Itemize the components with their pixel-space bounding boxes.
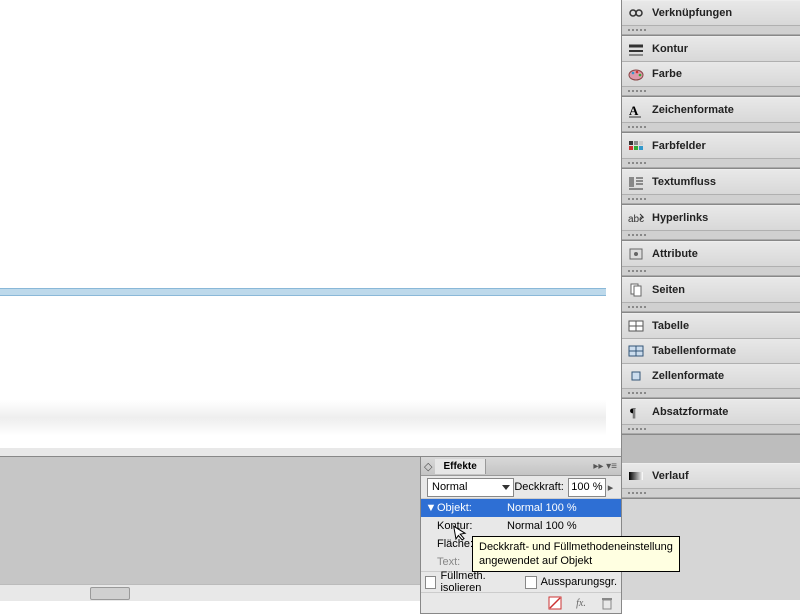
- panel-button-textwrap[interactable]: Textumfluss: [622, 170, 800, 195]
- chevron-down-icon: [502, 485, 510, 490]
- color-icon: [626, 65, 646, 83]
- panel-label: Seiten: [652, 284, 685, 296]
- panel-button-cellstyles[interactable]: Zellenformate: [622, 364, 800, 389]
- parastyles-icon: ¶: [626, 403, 646, 421]
- panel-gripper[interactable]: [622, 303, 800, 312]
- swatches-icon: [626, 137, 646, 155]
- panel-dock: Verknüpfungen Kontur Farbe A Zeichenformate F…: [621, 0, 800, 600]
- opacity-label: Deckkraft:: [514, 481, 564, 493]
- opacity-input[interactable]: 100 %: [568, 478, 606, 497]
- panel-button-links[interactable]: Verknüpfungen: [622, 1, 800, 26]
- panel-gripper[interactable]: [622, 26, 800, 35]
- panel-label: Absatzformate: [652, 406, 728, 418]
- mouse-cursor-icon: [453, 523, 470, 543]
- panel-label: Kontur: [652, 43, 688, 55]
- svg-text:¶: ¶: [630, 405, 636, 420]
- textwrap-icon: [626, 173, 646, 191]
- panel-button-attributes[interactable]: Attribute: [622, 242, 800, 267]
- panel-label: Farbfelder: [652, 140, 706, 152]
- panel-gripper[interactable]: [622, 159, 800, 168]
- blend-mode-select[interactable]: Normal: [427, 478, 514, 497]
- tablestyles-icon: [626, 342, 646, 360]
- panel-label: Farbe: [652, 68, 682, 80]
- tooltip: Deckkraft- und Füllmethodeneinstellung a…: [472, 536, 680, 572]
- panel-gripper[interactable]: [622, 267, 800, 276]
- effects-target-row[interactable]: ▼Objekt:Normal 100 %: [421, 499, 621, 517]
- panel-gripper[interactable]: [622, 425, 800, 434]
- panel-button-tablestyles[interactable]: Tabellenformate: [622, 339, 800, 364]
- table-icon: [626, 317, 646, 335]
- clear-effects-icon[interactable]: [547, 596, 563, 610]
- panel-label: Attribute: [652, 248, 698, 260]
- panel-gripper[interactable]: [622, 231, 800, 240]
- panel-button-parastyles[interactable]: ¶ Absatzformate: [622, 400, 800, 425]
- charstyle-icon: A: [626, 101, 646, 119]
- panel-menu-icon[interactable]: ▸▸ ▾≡: [593, 461, 617, 472]
- gradient-icon: [626, 467, 646, 485]
- effects-panel-header[interactable]: ◇ Effekte ▸▸ ▾≡: [421, 457, 621, 476]
- knockout-checkbox[interactable]: [525, 576, 536, 589]
- effects-target-row[interactable]: Kontur:Normal 100 %: [421, 517, 621, 535]
- panel-label: Tabelle: [652, 320, 689, 332]
- blend-opacity-row: Normal Deckkraft: 100 % ▸: [421, 476, 621, 499]
- isolate-checkbox[interactable]: [425, 576, 436, 589]
- horizontal-scrollbar[interactable]: [0, 584, 420, 601]
- isolate-label: Füllmeth. isolieren: [440, 570, 517, 594]
- pages-icon: [626, 281, 646, 299]
- panel-button-gradient[interactable]: Verlauf: [622, 464, 800, 489]
- panel-gripper[interactable]: [622, 87, 800, 96]
- effects-options-row: Füllmeth. isolieren Aussparungsgr.: [421, 571, 621, 592]
- svg-text:A: A: [629, 103, 639, 118]
- panel-label: Tabellenformate: [652, 345, 736, 357]
- panel-label: Textumfluss: [652, 176, 716, 188]
- links-icon: [626, 4, 646, 22]
- panel-label: Zeichenformate: [652, 104, 734, 116]
- panel-label: Zellenformate: [652, 370, 724, 382]
- fx-menu-icon[interactable]: fx.: [573, 596, 589, 610]
- effects-footer: fx.: [421, 592, 621, 613]
- scrollbar-thumb[interactable]: [90, 587, 130, 600]
- panel-label: Verlauf: [652, 470, 689, 482]
- blend-mode-value: Normal: [432, 481, 467, 493]
- panel-gripper[interactable]: [622, 389, 800, 398]
- panel-button-table[interactable]: Tabelle: [622, 314, 800, 339]
- stroke-icon: [626, 40, 646, 58]
- panel-button-stroke[interactable]: Kontur: [622, 37, 800, 62]
- cellstyles-icon: [626, 367, 646, 385]
- panel-label: Verknüpfungen: [652, 7, 732, 19]
- hyperlinks-icon: abc: [626, 209, 646, 227]
- panel-button-charstyle[interactable]: A Zeichenformate: [622, 98, 800, 123]
- effects-panel[interactable]: ◇ Effekte ▸▸ ▾≡ Normal Deckkraft: 100 % …: [420, 456, 622, 614]
- effects-tab[interactable]: Effekte: [435, 459, 485, 474]
- pasteboard-edge: [0, 448, 626, 456]
- guide-line: [0, 288, 606, 296]
- panel-gripper[interactable]: [622, 489, 800, 498]
- opacity-stepper-icon[interactable]: ▸: [606, 481, 615, 494]
- panel-button-color[interactable]: Farbe: [622, 62, 800, 87]
- panel-button-hyperlinks[interactable]: abc Hyperlinks: [622, 206, 800, 231]
- gradient-strip: [0, 400, 606, 436]
- attributes-icon: [626, 245, 646, 263]
- panel-button-swatches[interactable]: Farbfelder: [622, 134, 800, 159]
- knockout-label: Aussparungsgr.: [541, 576, 617, 588]
- panel-gripper[interactable]: [622, 195, 800, 204]
- panel-gripper[interactable]: [622, 123, 800, 132]
- trash-icon[interactable]: [599, 596, 615, 610]
- panel-label: Hyperlinks: [652, 212, 708, 224]
- panel-button-pages[interactable]: Seiten: [622, 278, 800, 303]
